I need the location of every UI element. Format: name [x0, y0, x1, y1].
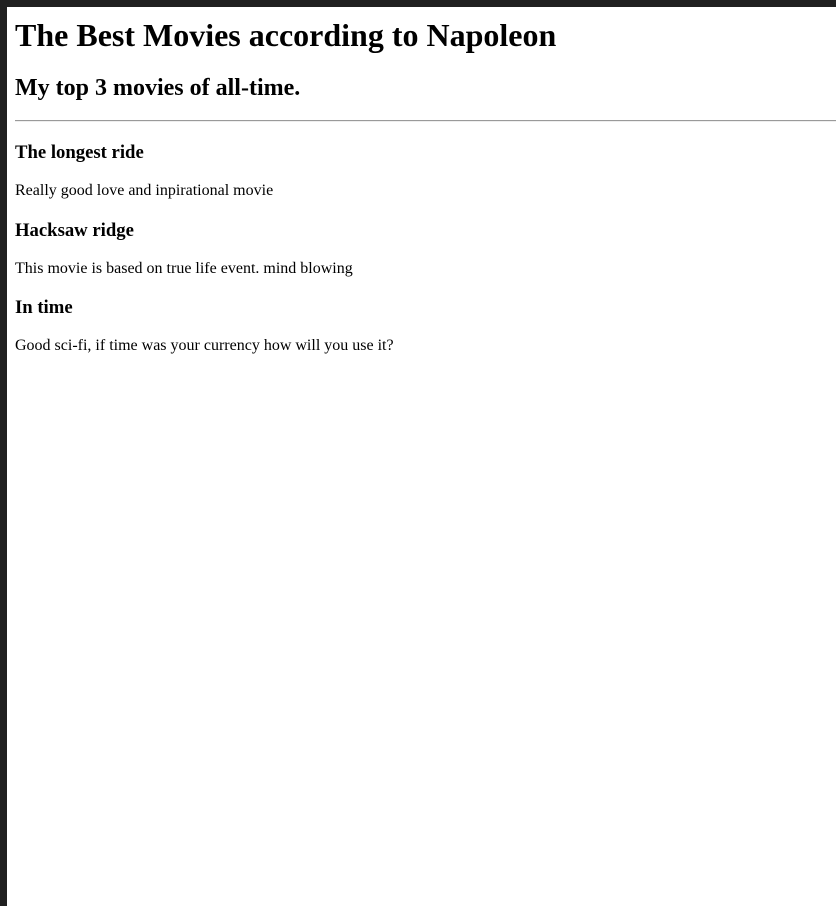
page-title: The Best Movies according to Napoleon	[15, 17, 557, 53]
movie-item: Hacksaw ridge This movie is based on tru…	[15, 220, 836, 278]
movie-item: The longest ride Really good love and in…	[15, 142, 836, 200]
movie-title: In time	[15, 297, 73, 318]
movie-description: Really good love and inpirational movie	[15, 182, 274, 199]
movie-item: In time Good sci-fi, if time was your cu…	[15, 297, 836, 355]
divider	[15, 120, 836, 122]
browser-viewport: The Best Movies according to Napoleon My…	[7, 7, 836, 906]
page-subtitle: My top 3 movies of all-time.	[15, 75, 301, 101]
movie-title: The longest ride	[15, 142, 144, 163]
movie-title: Hacksaw ridge	[15, 220, 134, 241]
movie-description: This movie is based on true life event. …	[15, 260, 353, 277]
movie-description: Good sci-fi, if time was your currency h…	[15, 337, 394, 354]
